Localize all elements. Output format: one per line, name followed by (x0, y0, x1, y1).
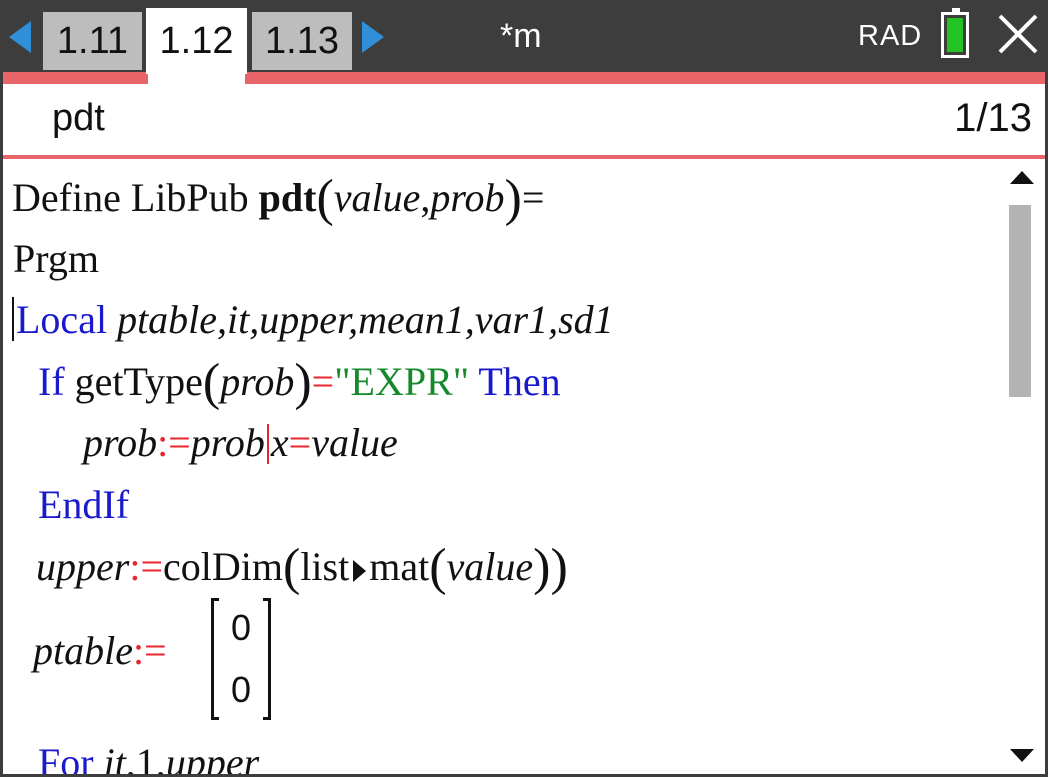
program-header: pdt 1/13 (0, 84, 1048, 156)
code-line-4[interactable]: If getType(prob)="EXPR" Then (38, 356, 561, 409)
code-line-3[interactable]: Local ptable,it,upper,mean1,var1,sd1 (12, 294, 614, 346)
matrix-literal[interactable]: 0 0 (211, 598, 271, 724)
code-line-8[interactable]: ptable:= (33, 625, 167, 677)
code-line-5[interactable]: prob:=prob x=value (83, 417, 398, 469)
tab-1-12[interactable]: 1.12 (146, 8, 247, 74)
previous-page-arrow-icon[interactable] (9, 21, 31, 53)
scroll-up-arrow-icon[interactable] (1010, 171, 1034, 184)
code-line-9[interactable]: For it,1,upper (38, 737, 259, 774)
with-operator (266, 424, 269, 464)
program-editor[interactable]: Define LibPub pdt(value,prob)= Prgm Loca… (3, 159, 999, 774)
next-page-arrow-icon[interactable] (362, 21, 384, 53)
battery-icon (941, 8, 969, 58)
text-cursor (12, 297, 14, 341)
scrollbar-thumb[interactable] (1009, 205, 1031, 397)
document-title: *m (500, 17, 542, 55)
program-name: pdt (52, 97, 105, 139)
matrix-cell: 0 (230, 669, 252, 710)
scroll-down-arrow-icon[interactable] (1010, 749, 1034, 762)
code-line-6[interactable]: EndIf (38, 479, 129, 531)
close-icon[interactable] (994, 10, 1042, 58)
code-line-2[interactable]: Prgm (13, 233, 99, 285)
code-line-7[interactable]: upper:=colDim(list mat(value)) (36, 541, 568, 594)
convert-arrow-icon (353, 560, 367, 582)
tab-1-13[interactable]: 1.13 (252, 12, 352, 70)
vertical-scrollbar[interactable] (1000, 159, 1045, 774)
page-indicator: 1/13 (954, 96, 1032, 140)
tab-1-11[interactable]: 1.11 (43, 12, 142, 70)
angle-mode-indicator: RAD (858, 20, 923, 52)
code-line-1[interactable]: Define LibPub pdt(value,prob)= (12, 172, 544, 225)
matrix-cell: 0 (230, 607, 252, 648)
